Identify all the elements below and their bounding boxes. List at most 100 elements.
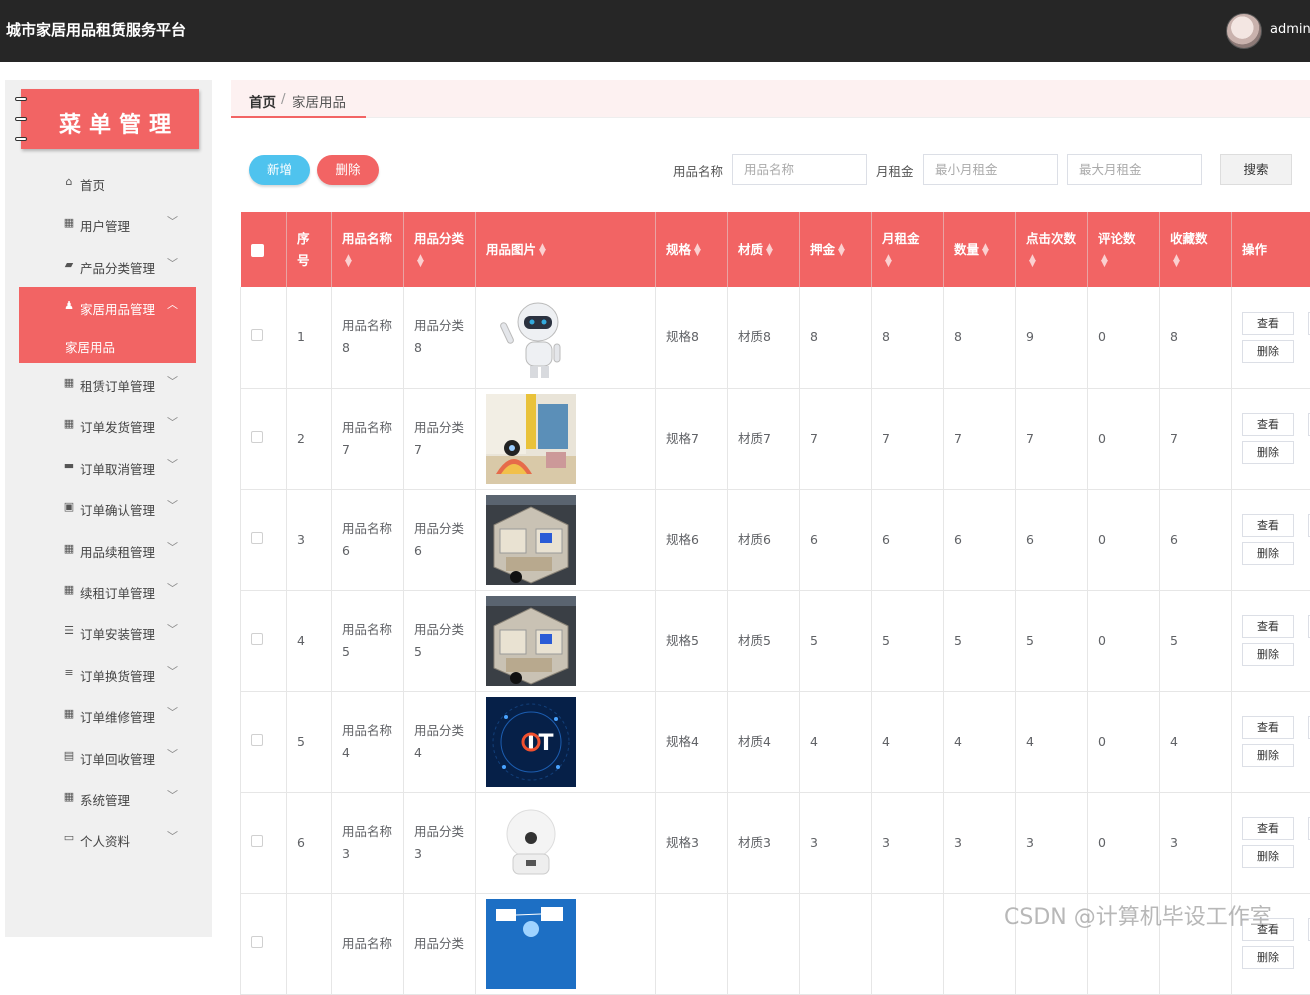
- col-header[interactable]: 序号: [287, 212, 332, 287]
- sidebar-item-label: 续租订单管理: [80, 583, 155, 602]
- view-button[interactable]: 查看: [1242, 817, 1294, 840]
- chevron-icon: ﹀: [167, 746, 178, 762]
- sidebar-item[interactable]: ▦租赁订单管理﹀: [19, 364, 196, 405]
- sort-icon: ▲▼: [982, 244, 989, 256]
- cell-image: [476, 489, 656, 590]
- sidebar-item-label: 订单安装管理: [80, 624, 155, 643]
- view-button[interactable]: 查看: [1242, 615, 1294, 638]
- search-button[interactable]: 搜索: [1220, 154, 1292, 185]
- col-header[interactable]: 材质▲▼: [728, 212, 800, 287]
- sidebar-item[interactable]: ▦续租订单管理﹀: [19, 571, 196, 612]
- sidebar-subitem-furniture[interactable]: 家居用品: [19, 325, 196, 363]
- view-button[interactable]: 查看: [1242, 312, 1294, 335]
- view-button[interactable]: 查看: [1242, 413, 1294, 436]
- col-header[interactable]: 用品图片▲▼: [476, 212, 656, 287]
- col-header[interactable]: 收藏数▲▼: [1160, 212, 1232, 287]
- row-checkbox[interactable]: [241, 489, 287, 590]
- row-delete-button[interactable]: 删除: [1242, 744, 1294, 767]
- breadcrumb-home[interactable]: 首页: [249, 91, 276, 111]
- cell-spec: 规格6: [656, 489, 728, 590]
- select-all-checkbox[interactable]: [241, 212, 287, 287]
- sidebar-item[interactable]: ▦系统管理﹀: [19, 778, 196, 819]
- sidebar-item[interactable]: ⌂首页: [19, 163, 196, 204]
- grid-icon: ▦: [63, 584, 75, 596]
- cell-clicks: 4: [1016, 691, 1088, 792]
- cell-image: [476, 893, 656, 994]
- col-header[interactable]: 月租金▲▼: [872, 212, 944, 287]
- notebook-rings-icon: [15, 97, 27, 143]
- row-delete-button[interactable]: 删除: [1242, 542, 1294, 565]
- row-delete-button[interactable]: 删除: [1242, 946, 1294, 969]
- row-delete-button[interactable]: 删除: [1242, 441, 1294, 464]
- min-rent-input[interactable]: 最小月租金: [923, 154, 1058, 185]
- sidebar-item[interactable]: ▤订单回收管理﹀: [19, 737, 196, 778]
- ticket-icon: ▰: [63, 259, 75, 271]
- cell-no: 4: [287, 590, 332, 691]
- row-checkbox[interactable]: [241, 691, 287, 792]
- row-delete-button[interactable]: 删除: [1242, 845, 1294, 868]
- cell-favs: 7: [1160, 388, 1232, 489]
- row-delete-button[interactable]: 删除: [1242, 643, 1294, 666]
- row-checkbox[interactable]: [241, 792, 287, 893]
- sidebar-item[interactable]: ▭个人资料﹀: [19, 819, 196, 860]
- row-checkbox[interactable]: [241, 893, 287, 994]
- cell-comments: 0: [1088, 388, 1160, 489]
- cell-spec: 规格7: [656, 388, 728, 489]
- chevron-icon: ︿: [167, 296, 178, 312]
- chevron-icon: ﹀: [167, 373, 178, 389]
- avatar[interactable]: [1226, 13, 1262, 49]
- sidebar-item[interactable]: ☰订单安装管理﹀: [19, 612, 196, 653]
- sidebar-item-label: 租赁订单管理: [80, 376, 155, 395]
- row-delete-button[interactable]: 删除: [1242, 340, 1294, 363]
- delete-button[interactable]: 删除: [317, 155, 379, 185]
- sidebar-item[interactable]: ▦用品续租管理﹀: [19, 530, 196, 571]
- username[interactable]: admin: [1270, 22, 1310, 37]
- cell-deposit: 7: [800, 388, 872, 489]
- sidebar-item[interactable]: ▣订单确认管理﹀: [19, 488, 196, 529]
- col-header[interactable]: 规格▲▼: [656, 212, 728, 287]
- row-checkbox[interactable]: [241, 388, 287, 489]
- cell-spec: 规格8: [656, 287, 728, 388]
- grid-icon: ▦: [63, 543, 75, 555]
- sidebar-item-label: 用品续租管理: [80, 542, 155, 561]
- row-checkbox[interactable]: [241, 590, 287, 691]
- sidebar-item[interactable]: ≡订单换货管理﹀: [19, 654, 196, 695]
- cell-name: 用品名称3: [332, 792, 404, 893]
- col-header[interactable]: 评论数▲▼: [1088, 212, 1160, 287]
- sidebar-item-label: 订单发货管理: [80, 417, 155, 436]
- cell-clicks: 7: [1016, 388, 1088, 489]
- document-icon: ▤: [63, 750, 75, 762]
- sidebar-item[interactable]: ♟家居用品管理︿: [19, 287, 196, 328]
- cell-deposit: 8: [800, 287, 872, 388]
- cell-material: [728, 893, 800, 994]
- view-button[interactable]: 查看: [1242, 514, 1294, 537]
- col-header[interactable]: 用品分类▲▼: [404, 212, 476, 287]
- sidebar: 菜单管理 ⌂首页▦用户管理﹀▰产品分类管理﹀♟家居用品管理︿▦租赁订单管理﹀▦订…: [5, 80, 212, 937]
- cell-comments: 0: [1088, 287, 1160, 388]
- sidebar-item[interactable]: ▦订单发货管理﹀: [19, 405, 196, 446]
- col-header[interactable]: 数量▲▼: [944, 212, 1016, 287]
- cell-no: [287, 893, 332, 994]
- add-button[interactable]: 新增: [249, 155, 310, 185]
- view-button[interactable]: 查看: [1242, 716, 1294, 739]
- cell-image: [476, 287, 656, 388]
- cell-image: [476, 590, 656, 691]
- col-header[interactable]: 用品名称▲▼: [332, 212, 404, 287]
- rent-filter-label: 月租金: [876, 161, 914, 180]
- max-rent-input[interactable]: 最大月租金: [1067, 154, 1202, 185]
- card-icon: ▭: [63, 832, 75, 844]
- cell-qty: 3: [944, 792, 1016, 893]
- sidebar-item[interactable]: ▰产品分类管理﹀: [19, 246, 196, 287]
- sidebar-item[interactable]: ▦用户管理﹀: [19, 204, 196, 245]
- col-header[interactable]: 点击次数▲▼: [1016, 212, 1088, 287]
- sort-icon: ▲▼: [1173, 255, 1180, 267]
- col-header[interactable]: 押金▲▼: [800, 212, 872, 287]
- cell-comments: 0: [1088, 590, 1160, 691]
- table-row: 1用品名称8用品分类8规格8材质8888908查看删除: [241, 287, 1310, 388]
- name-search-input[interactable]: 用品名称: [732, 154, 867, 185]
- chevron-icon: ﹀: [167, 663, 178, 679]
- sidebar-item[interactable]: ▦订单维修管理﹀: [19, 695, 196, 736]
- sidebar-item[interactable]: ▬订单取消管理﹀: [19, 447, 196, 488]
- row-checkbox[interactable]: [241, 287, 287, 388]
- cell-spec: [656, 893, 728, 994]
